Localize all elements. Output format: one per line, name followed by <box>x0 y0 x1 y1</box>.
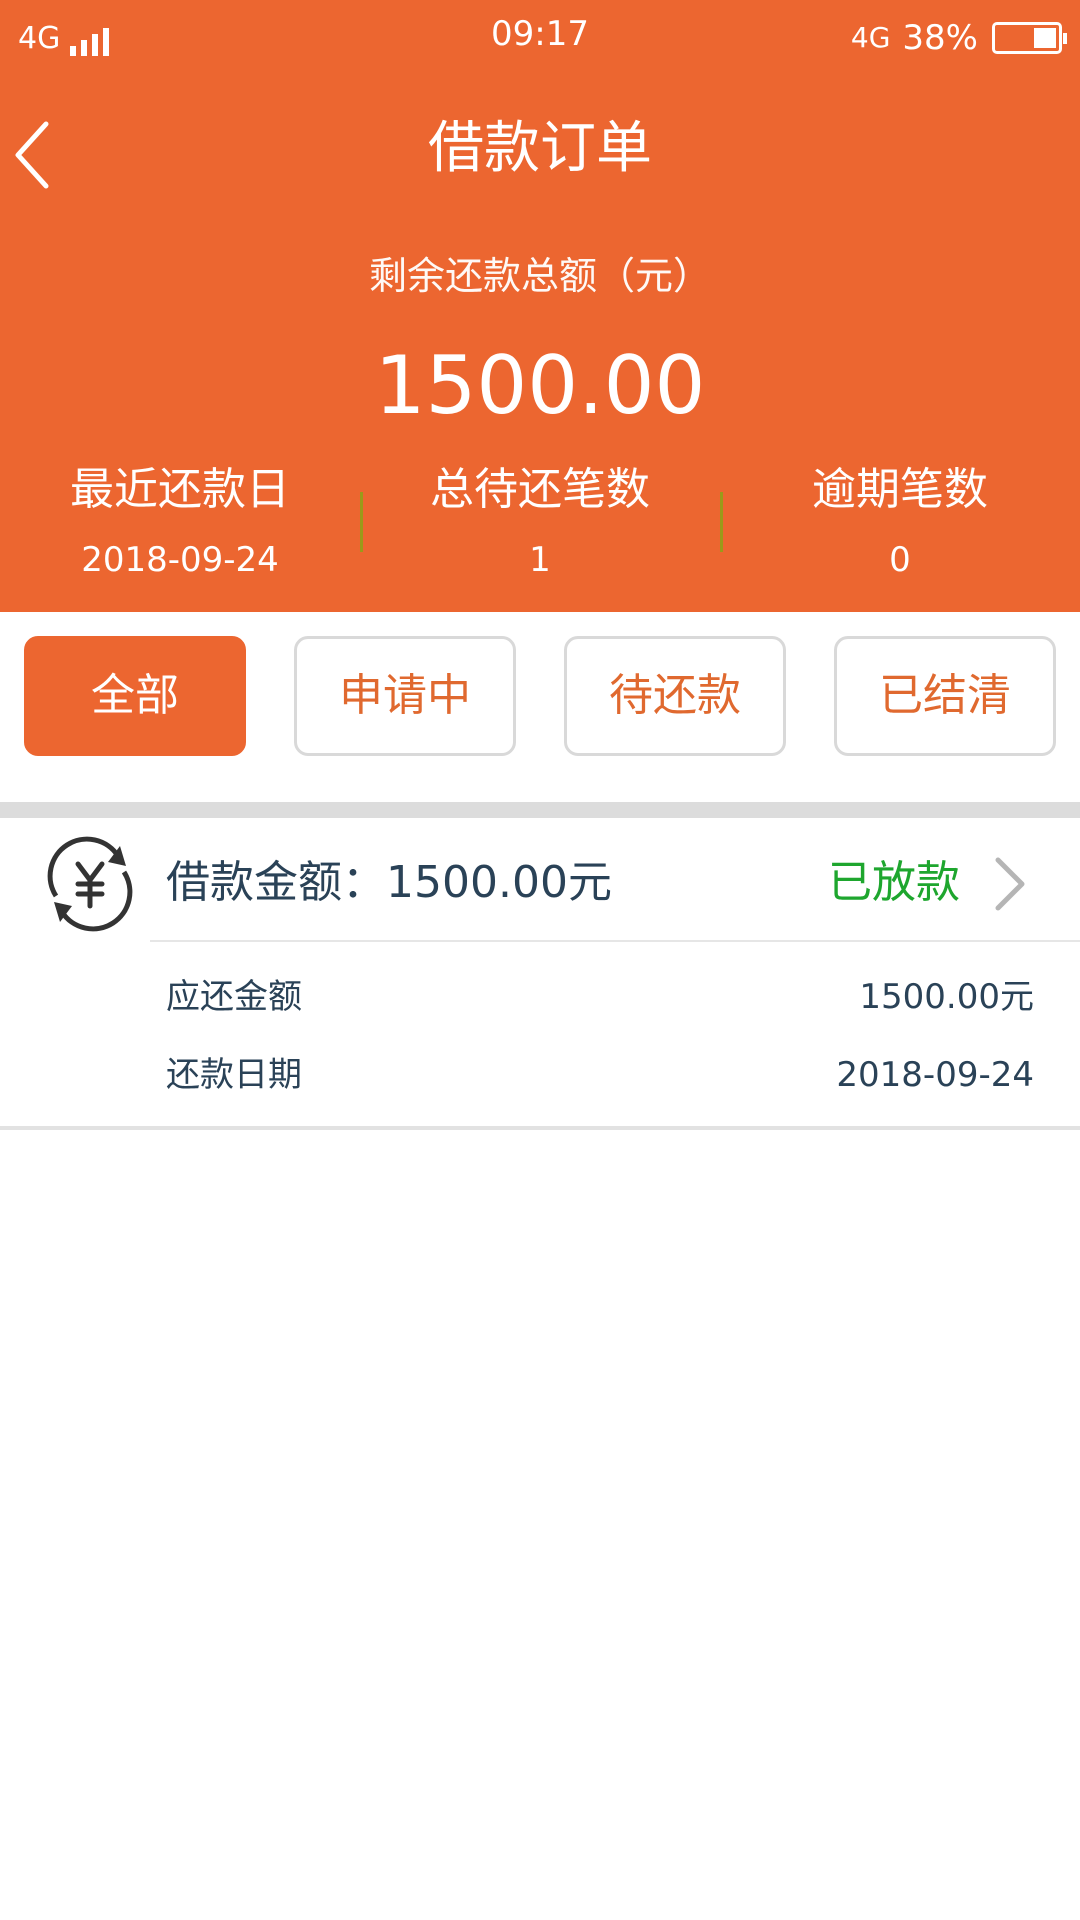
stat-pending-count: 总待还笔数 1 <box>360 462 720 602</box>
detail-value: 2018-09-24 <box>836 1055 1034 1095</box>
stat-overdue-count: 逾期笔数 0 <box>720 462 1080 602</box>
battery-percent: 38% <box>902 18 978 58</box>
stat-label: 总待还笔数 <box>430 464 650 515</box>
tab-settled[interactable]: 已结清 <box>834 636 1056 756</box>
stat-label: 最近还款日 <box>70 464 290 515</box>
detail-label: 还款日期 <box>166 1055 302 1095</box>
nav-bar: 借款订单 <box>0 92 1080 206</box>
filter-tabs: 全部 申请中 待还款 已结清 <box>0 636 1080 760</box>
network-type-right: 4G <box>850 21 891 54</box>
charging-bolt-icon: ⚡ <box>1013 22 1032 52</box>
yuan-refresh-icon <box>47 836 133 932</box>
detail-row-repay-date: 还款日期 2018-09-24 <box>166 1050 1034 1100</box>
stat-divider <box>720 492 723 552</box>
tab-pending-repayment[interactable]: 待还款 <box>564 636 786 756</box>
stat-value: 2018-09-24 <box>81 540 279 580</box>
status-right-group: 4G 38% ⚡ <box>850 18 1067 58</box>
stat-value: 0 <box>889 540 911 580</box>
stat-recent-repay-date: 最近还款日 2018-09-24 <box>0 462 360 602</box>
total-remaining-label: 剩余还款总额（元） <box>368 254 711 298</box>
status-bar: 4G 09:17 4G 38% ⚡ <box>0 0 1080 74</box>
stat-value: 1 <box>529 540 551 580</box>
order-status: 已放款 <box>828 857 960 908</box>
tab-applying[interactable]: 申请中 <box>294 636 516 756</box>
summary-stats: 最近还款日 2018-09-24 总待还笔数 1 逾期笔数 0 <box>0 462 1080 602</box>
tab-all[interactable]: 全部 <box>24 636 246 756</box>
stat-divider <box>360 492 363 552</box>
order-card[interactable]: 借款金额：1500.00元 已放款 应还金额 1500.00元 还款日期 201… <box>0 818 1080 1130</box>
detail-label: 应还金额 <box>166 977 302 1017</box>
section-divider <box>0 802 1080 818</box>
card-divider <box>150 940 1080 942</box>
detail-value: 1500.00元 <box>859 977 1034 1017</box>
detail-row-amount-due: 应还金额 1500.00元 <box>166 972 1034 1022</box>
battery-fill <box>1034 28 1056 48</box>
total-remaining-amount: 1500.00 <box>374 339 706 432</box>
loan-amount: 借款金额：1500.00元 <box>166 857 612 908</box>
stat-label: 逾期笔数 <box>812 464 988 515</box>
header: 4G 09:17 4G 38% ⚡ 借款订单 剩余还款总额（元） 1500.00… <box>0 0 1080 612</box>
battery-icon: ⚡ <box>992 22 1067 54</box>
page-title: 借款订单 <box>428 116 652 181</box>
chevron-right-icon <box>995 857 1025 911</box>
